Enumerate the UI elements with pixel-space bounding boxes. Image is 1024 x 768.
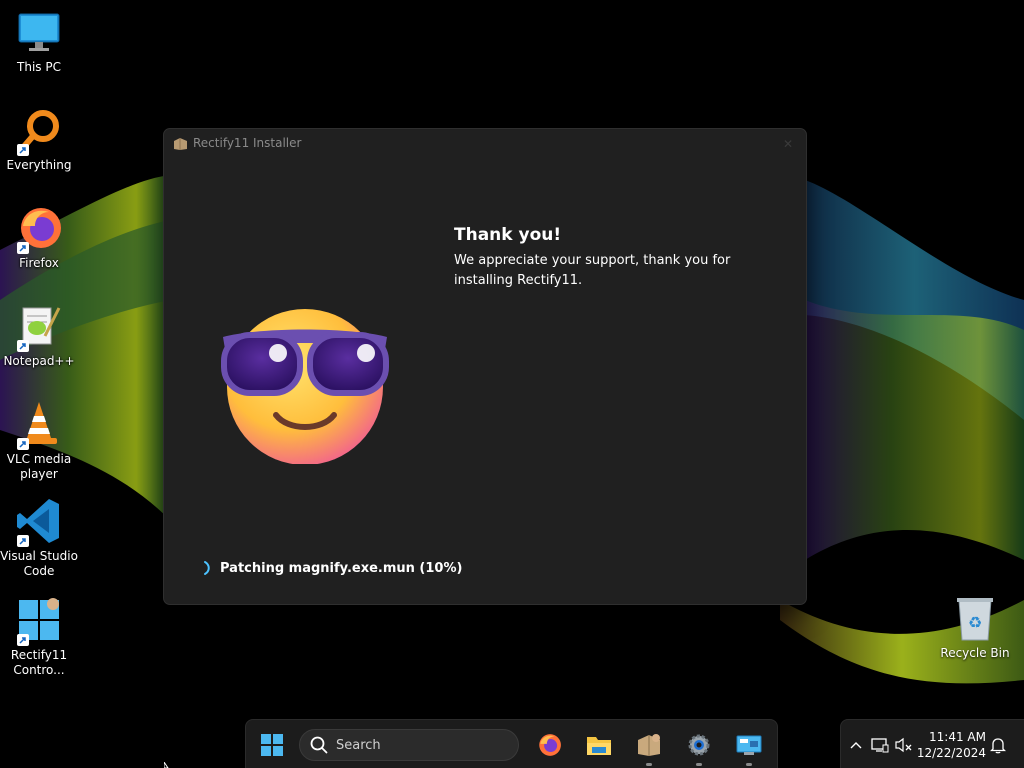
volume-muted-icon bbox=[895, 737, 912, 753]
install-status: Patching magnify.exe.mun (10%) bbox=[202, 560, 462, 576]
desktop-icon-label: Everything bbox=[6, 158, 72, 172]
desktop-icon-label: This PC bbox=[17, 60, 61, 74]
taskbar-rectify11-installer-button[interactable] bbox=[633, 729, 665, 766]
desktop-icon-vscode[interactable]: Visual Studio Code bbox=[0, 497, 78, 579]
shortcut-arrow-icon bbox=[17, 438, 29, 450]
start-icon bbox=[261, 734, 283, 756]
search-input[interactable] bbox=[336, 737, 496, 753]
desktop-icon-recycle-bin[interactable]: ♻ Recycle Bin bbox=[940, 596, 1010, 660]
notifications-button[interactable] bbox=[989, 736, 1007, 754]
desktop-icon-label: VLC media player bbox=[6, 452, 72, 481]
progress-spinner-icon bbox=[204, 561, 210, 575]
chevron-up-icon bbox=[850, 742, 862, 749]
shortcut-arrow-icon bbox=[17, 340, 29, 352]
taskbar-search[interactable] bbox=[299, 729, 519, 761]
svg-text:♻: ♻ bbox=[968, 613, 982, 632]
window-titlebar[interactable]: Rectify11 Installer ✕ bbox=[164, 129, 806, 159]
installer-window: Rectify11 Installer ✕ Thank you! We appr… bbox=[163, 128, 807, 605]
desktop-icon-label: Notepad++ bbox=[3, 354, 75, 368]
window-title: Rectify11 Installer bbox=[193, 136, 302, 150]
desktop-icon-everything[interactable]: Everything bbox=[0, 106, 78, 173]
start-button[interactable] bbox=[256, 729, 288, 761]
recycle-bin-icon: ♻ bbox=[957, 598, 993, 641]
taskbar-firefox-button[interactable] bbox=[533, 729, 565, 761]
rectify11-installer-icon bbox=[174, 138, 187, 150]
shortcut-arrow-icon bbox=[17, 634, 29, 646]
vlc-cone-icon bbox=[15, 400, 63, 450]
smiling-face-with-sunglasses-icon bbox=[221, 309, 389, 464]
running-indicator bbox=[646, 763, 652, 766]
mouse-cursor-icon bbox=[164, 762, 169, 768]
shortcut-arrow-icon bbox=[17, 535, 29, 547]
desktop-icon-firefox[interactable]: Firefox bbox=[0, 204, 78, 271]
desktop-icon-this-pc[interactable]: This PC bbox=[0, 8, 78, 75]
clock-time: 11:41 AM bbox=[929, 730, 986, 744]
search-magnifier-icon bbox=[15, 106, 63, 156]
running-indicator bbox=[746, 763, 752, 766]
taskbar-settings-button[interactable] bbox=[683, 729, 715, 766]
notepad-plus-plus-icon bbox=[15, 302, 63, 352]
show-hidden-icons-button[interactable] bbox=[847, 736, 865, 754]
desktop-icon-rectify11-control[interactable]: Rectify11 Contro... bbox=[0, 596, 78, 678]
search-icon bbox=[310, 736, 328, 754]
network-button[interactable] bbox=[871, 736, 889, 754]
thank-you-heading: Thank you! bbox=[454, 225, 562, 245]
close-button[interactable]: ✕ bbox=[780, 136, 796, 152]
control-panel-icon bbox=[736, 735, 762, 755]
network-icon bbox=[871, 738, 889, 753]
desktop-icon-notepad-plus-plus[interactable]: Notepad++ bbox=[0, 302, 78, 369]
bell-icon bbox=[990, 738, 1006, 754]
desktop-icon-label: Rectify11 Contro... bbox=[10, 648, 68, 677]
taskbar-file-explorer-button[interactable] bbox=[583, 729, 615, 761]
clock-date: 12/22/2024 bbox=[916, 746, 986, 760]
system-tray: 11:41 AM 12/22/2024 bbox=[840, 719, 1024, 768]
settings-icon bbox=[688, 734, 710, 756]
thank-you-message: We appreciate your support, thank you fo… bbox=[454, 253, 731, 288]
running-indicator bbox=[696, 763, 702, 766]
desktop-icon-label: Firefox bbox=[19, 256, 59, 270]
desktop-icon-label: Recycle Bin bbox=[940, 646, 1010, 660]
file-explorer-icon bbox=[587, 737, 611, 755]
taskbar-control-panel-button[interactable] bbox=[733, 729, 765, 766]
monitor-icon bbox=[15, 8, 63, 56]
taskbar bbox=[245, 719, 778, 768]
rectify11-installer-icon bbox=[638, 734, 660, 756]
desktop-icon-label: Visual Studio Code bbox=[0, 549, 78, 578]
firefox-icon bbox=[539, 734, 561, 756]
firefox-icon bbox=[15, 204, 63, 254]
shortcut-arrow-icon bbox=[17, 144, 29, 156]
volume-button[interactable] bbox=[895, 736, 913, 754]
shortcut-arrow-icon bbox=[17, 242, 29, 254]
status-text: Patching magnify.exe.mun (10%) bbox=[220, 560, 463, 576]
clock[interactable]: 11:41 AM 12/22/2024 bbox=[916, 729, 986, 761]
vscode-icon bbox=[15, 497, 63, 547]
rectify11-control-icon bbox=[15, 596, 63, 646]
desktop-icon-vlc[interactable]: VLC media player bbox=[0, 400, 78, 482]
